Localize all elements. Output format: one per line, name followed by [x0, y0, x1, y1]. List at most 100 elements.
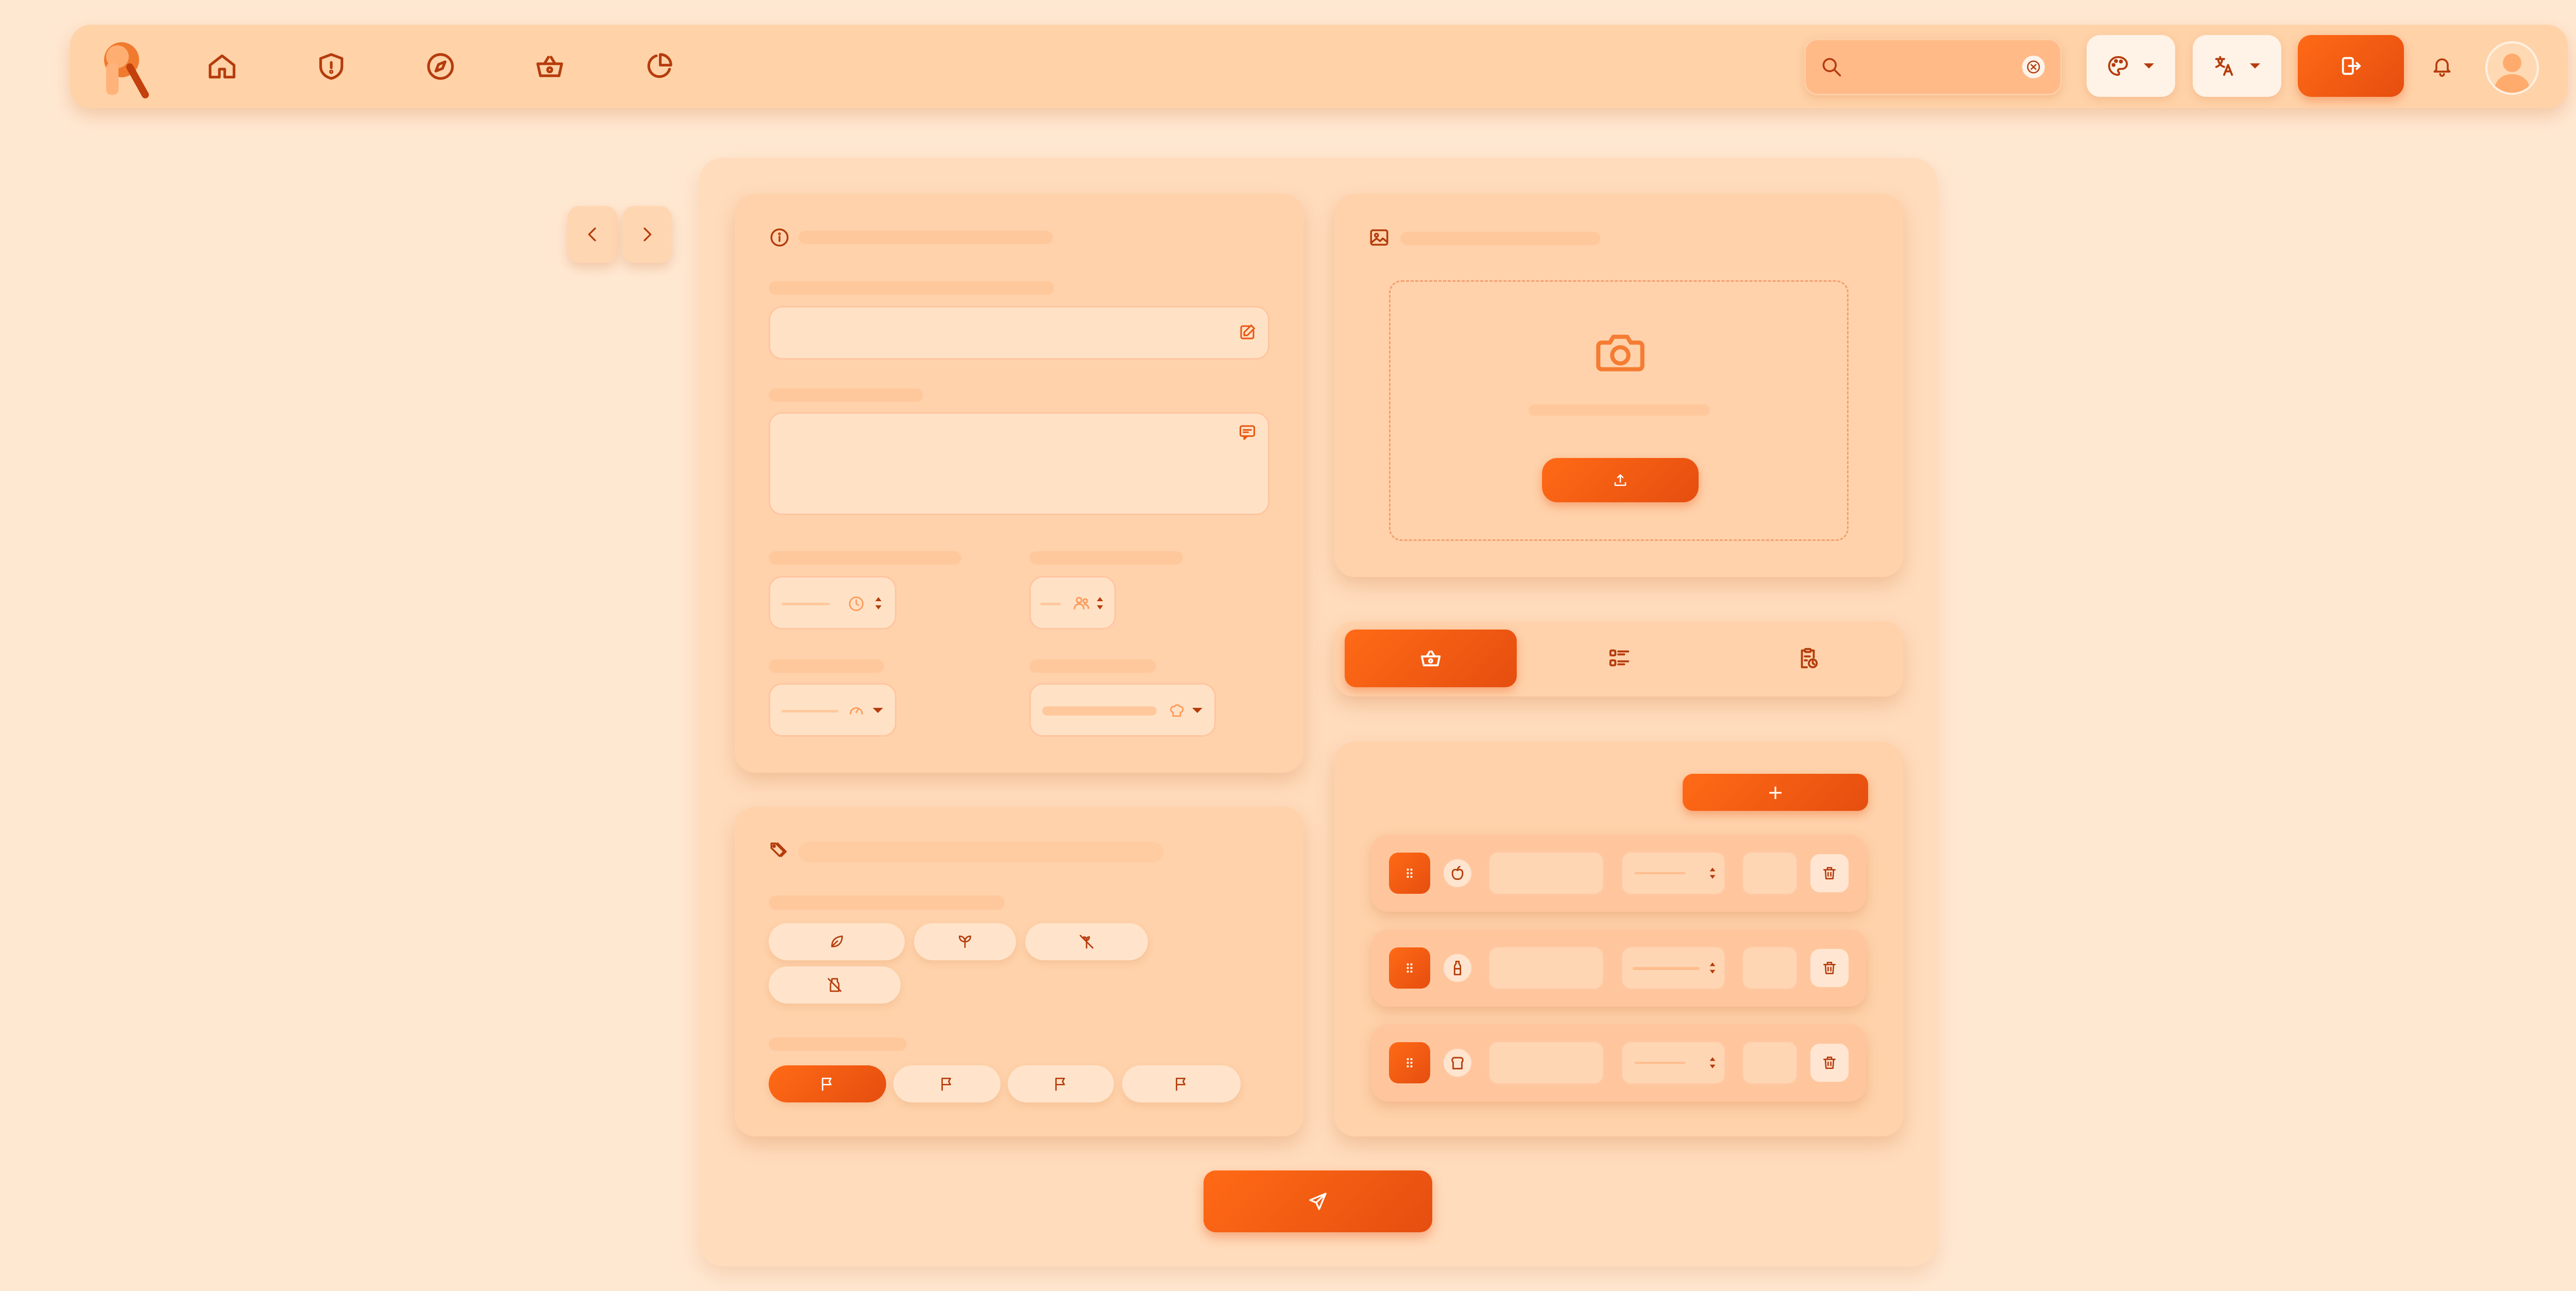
- flag-icon: [822, 1078, 832, 1091]
- ingredient-unit-select[interactable]: [1621, 851, 1726, 895]
- language-button[interactable]: [2193, 35, 2281, 97]
- previous-button[interactable]: [568, 206, 617, 263]
- bottle-icon: [1453, 960, 1462, 976]
- bread-icon: [1451, 1057, 1464, 1069]
- shield-icon: [319, 53, 344, 80]
- ingredient-unit-select[interactable]: [1621, 946, 1726, 990]
- ingredient-name-field[interactable]: [1488, 1041, 1604, 1085]
- submit-button[interactable]: [1204, 1170, 1432, 1232]
- image-card: [1334, 194, 1903, 577]
- delete-ingredient-button[interactable]: [1810, 1044, 1849, 1082]
- theme-button[interactable]: [2087, 35, 2175, 97]
- drag-handle[interactable]: [1389, 853, 1430, 894]
- gauge-icon: [850, 707, 863, 715]
- avatar[interactable]: [2485, 41, 2539, 95]
- priority-flag-3[interactable]: [1008, 1065, 1114, 1102]
- recipe-form-panel: +: [568, 158, 1937, 1266]
- search-icon: [1822, 58, 1841, 77]
- diet-chip-lactose-free[interactable]: [769, 966, 901, 1004]
- ingredient-quantity-field[interactable]: [1741, 1041, 1798, 1085]
- app-logo[interactable]: [100, 34, 157, 101]
- apple-icon: [1451, 865, 1464, 880]
- upload-button[interactable]: [1542, 458, 1699, 502]
- drag-handle[interactable]: [1389, 947, 1430, 989]
- home-icon: [209, 54, 235, 79]
- close-icon: [2027, 60, 2040, 74]
- dropzone-hint-placeholder: [1529, 404, 1710, 416]
- translate-icon: [2215, 56, 2233, 76]
- section-tabs: [1334, 621, 1903, 697]
- trash-icon: [1823, 1057, 1836, 1069]
- ingredient-unit-select[interactable]: [1621, 1041, 1726, 1085]
- diet-chip-vegetarian[interactable]: [769, 923, 905, 960]
- search-bar[interactable]: [1804, 39, 2062, 95]
- lactose-free-icon: [827, 978, 842, 992]
- cuisine-label-placeholder: [1029, 659, 1156, 673]
- info-card: [735, 194, 1303, 773]
- ingredient-name-field[interactable]: [1488, 851, 1604, 895]
- nav-security[interactable]: [315, 50, 347, 82]
- priority-flag-4[interactable]: [1122, 1065, 1241, 1102]
- description-field[interactable]: [769, 412, 1269, 515]
- edit-icon: [1240, 325, 1255, 339]
- cuisine-select[interactable]: [1029, 683, 1216, 737]
- nav-stats[interactable]: [643, 50, 675, 82]
- servings-value-placeholder: [1040, 603, 1061, 605]
- search-input[interactable]: [1849, 55, 2006, 80]
- basket-icon: [536, 56, 563, 77]
- prep-time-stepper[interactable]: [769, 576, 896, 630]
- user-avatar-icon: [2494, 54, 2531, 93]
- add-ingredient-button[interactable]: +: [1683, 774, 1868, 811]
- next-button[interactable]: [622, 206, 672, 263]
- ingredient-quantity-field[interactable]: [1741, 851, 1798, 895]
- time-value-placeholder: [782, 603, 830, 605]
- nav-home[interactable]: [206, 50, 238, 82]
- section-title-placeholder: [1400, 232, 1600, 245]
- send-icon: [1309, 1193, 1327, 1210]
- tab-ingredients[interactable]: [1345, 630, 1517, 687]
- section-title-placeholder: [799, 842, 1163, 862]
- drag-handle[interactable]: [1389, 1042, 1430, 1083]
- stepper-arrows-icon[interactable]: [873, 593, 884, 614]
- name-label-placeholder: [769, 281, 1054, 295]
- ingredient-name-field[interactable]: [1488, 946, 1604, 990]
- stepper-arrows-icon[interactable]: [1095, 593, 1105, 614]
- nav-explore[interactable]: [425, 50, 456, 82]
- priority-flag-2[interactable]: [893, 1065, 1001, 1102]
- logo-icon: [104, 42, 149, 98]
- clear-search-button[interactable]: [2022, 56, 2045, 78]
- clipboard-clock-icon: [1801, 648, 1818, 669]
- ingredient-type-badge: [1444, 954, 1471, 982]
- palette-icon: [2108, 56, 2128, 76]
- priority-label-placeholder: [769, 1038, 907, 1051]
- difficulty-select[interactable]: [769, 683, 896, 737]
- ingredient-quantity-field[interactable]: [1741, 946, 1798, 990]
- recipe-name-field[interactable]: [769, 306, 1269, 360]
- tab-steps[interactable]: [1533, 630, 1705, 687]
- diet-chip-vegan[interactable]: [914, 923, 1016, 960]
- camera-icon: [1596, 334, 1645, 371]
- grip-icon: [1406, 963, 1413, 973]
- diet-chip-gluten-free[interactable]: [1025, 923, 1148, 960]
- time-label-placeholder: [769, 551, 961, 565]
- upload-icon: [1614, 474, 1626, 486]
- bell-icon: [2433, 58, 2451, 77]
- priority-flag-1[interactable]: [769, 1065, 886, 1102]
- grip-icon: [1406, 868, 1413, 878]
- delete-ingredient-button[interactable]: [1810, 854, 1849, 892]
- delete-ingredient-button[interactable]: [1810, 949, 1849, 987]
- comment-icon: [1240, 425, 1255, 440]
- ingredient-row: [1371, 1024, 1866, 1101]
- chef-hat-icon: [1170, 704, 1184, 717]
- nav-basket[interactable]: [534, 50, 566, 82]
- image-dropzone[interactable]: [1389, 280, 1849, 541]
- notifications-button[interactable]: [2426, 49, 2459, 82]
- servings-stepper[interactable]: [1029, 576, 1116, 630]
- grip-icon: [1406, 1058, 1413, 1068]
- trash-icon: [1823, 962, 1836, 974]
- chevron-down-icon: [873, 708, 883, 713]
- logout-button[interactable]: [2298, 35, 2404, 97]
- ingredients-card: +: [1334, 742, 1903, 1136]
- people-icon: [1074, 597, 1089, 609]
- tab-schedule[interactable]: [1722, 630, 1894, 687]
